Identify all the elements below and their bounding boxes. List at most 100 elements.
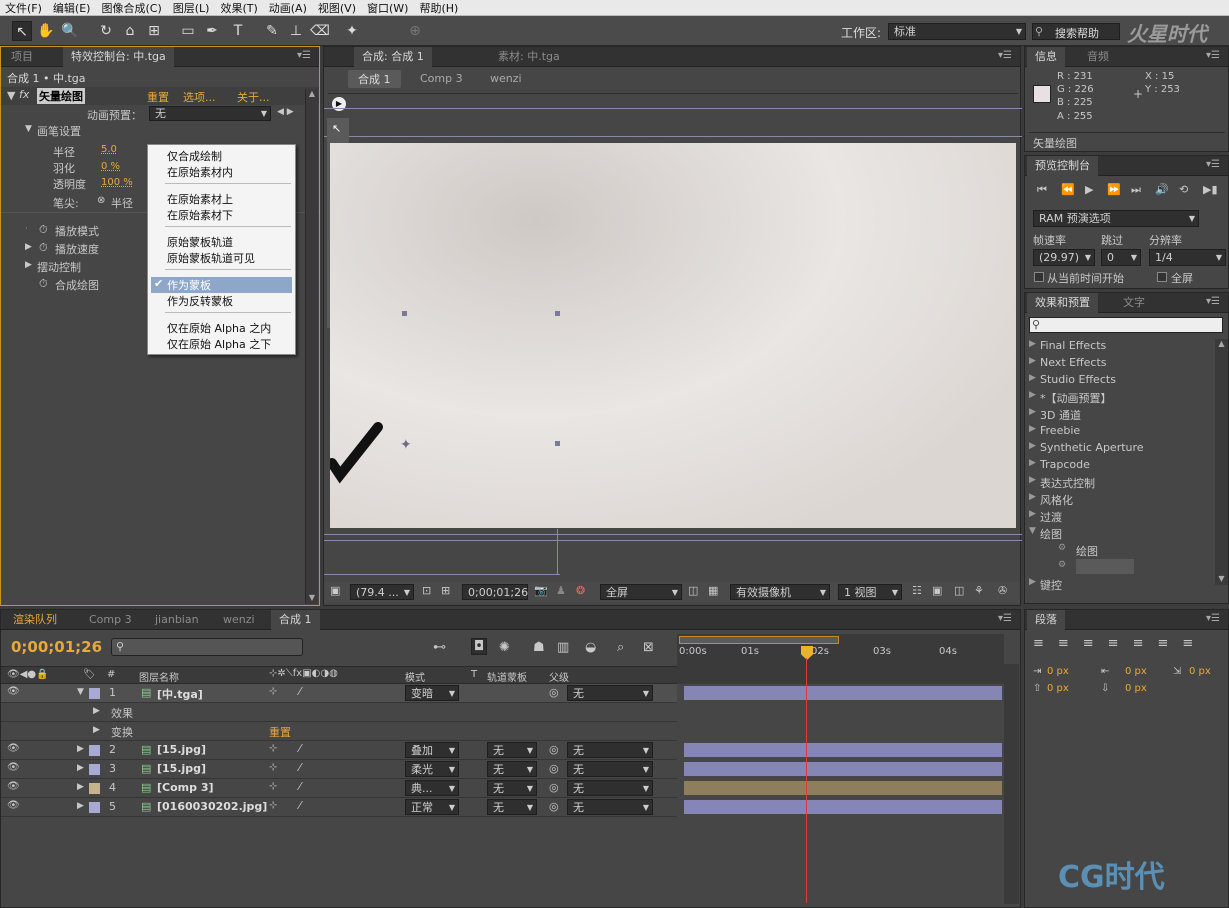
expand-arrow-icon[interactable]: ▶ bbox=[93, 725, 100, 735]
motion-blur-icon[interactable]: ◒ bbox=[585, 640, 596, 655]
effect-category-item[interactable]: Next Effects bbox=[1040, 356, 1107, 369]
tab-character[interactable]: 文字 bbox=[1115, 293, 1153, 313]
space-after-value[interactable]: 0 px bbox=[1125, 683, 1147, 694]
expand-arrow-icon[interactable]: ▶ bbox=[1029, 373, 1036, 383]
arrow-tool-icon[interactable]: ↖ bbox=[332, 122, 341, 135]
layer-name[interactable]: [中.tga] bbox=[157, 686, 203, 702]
region-icon[interactable]: ▣ bbox=[330, 584, 340, 597]
panel-menu-icon[interactable]: ▾☰ bbox=[998, 50, 1012, 61]
layer-row[interactable]: 👁 ▶ 4 ▤ [Comp 3] ⊹ ⁄ 典... ▼ 无 ▼ ◎ 无 ▼ bbox=[1, 779, 677, 798]
preset-nav-icon[interactable]: ◀ ▶ bbox=[277, 107, 294, 117]
effects-search-input[interactable]: ⚲ bbox=[1029, 317, 1223, 333]
play-icon[interactable]: ▶ bbox=[1085, 183, 1093, 196]
mode-dropdown[interactable]: 典... ▼ bbox=[405, 780, 459, 796]
safe-zones-icon[interactable]: ⊡ bbox=[422, 584, 431, 597]
tab-effect-controls[interactable]: 特效控制台: 中.tga bbox=[63, 47, 174, 67]
pen-tool-icon[interactable]: ✒ bbox=[202, 21, 222, 41]
layer-name[interactable]: [15.jpg] bbox=[157, 762, 206, 775]
effect-category-item[interactable]: 风格化 bbox=[1040, 492, 1073, 508]
effect-category-item[interactable]: Final Effects bbox=[1040, 339, 1106, 352]
trkmat-dropdown[interactable]: 无 ▼ bbox=[487, 761, 537, 777]
frame-blend-icon[interactable]: ▥ bbox=[557, 640, 569, 655]
shy-switch-icon[interactable]: ⊹ bbox=[269, 762, 277, 773]
effect-category-item[interactable]: 过渡 bbox=[1040, 509, 1062, 525]
tab-effects-presets[interactable]: 效果和预置 bbox=[1027, 293, 1098, 313]
eye-icon[interactable]: 👁 bbox=[7, 800, 20, 811]
effect-category-item[interactable]: 表达式控制 bbox=[1040, 475, 1095, 491]
timeline-icon[interactable]: ◫ bbox=[954, 584, 964, 597]
menu-item-as-matte[interactable]: 作为蒙板 bbox=[167, 277, 211, 293]
space-before-value[interactable]: 0 px bbox=[1047, 683, 1069, 694]
tip-radio-icon[interactable]: ⊗ bbox=[97, 195, 105, 206]
parent-dropdown[interactable]: 无 ▼ bbox=[567, 761, 653, 777]
expand-arrow-icon[interactable]: ▶ bbox=[25, 260, 32, 270]
expand-arrow-icon[interactable]: ▶ bbox=[1029, 424, 1036, 434]
brush-settings-expand-icon[interactable]: ▼ bbox=[25, 124, 32, 134]
panel-menu-icon[interactable]: ▾☰ bbox=[1206, 50, 1220, 61]
quality-switch-icon[interactable]: ⁄ bbox=[299, 742, 301, 755]
camera-tool-icon[interactable]: ⌂ bbox=[120, 21, 140, 41]
workspace-dropdown[interactable]: 标准 ▼ bbox=[888, 23, 1026, 40]
text-tool-icon[interactable]: T bbox=[228, 21, 248, 41]
graph-editor-icon[interactable]: ⌕ bbox=[617, 640, 624, 655]
menu-item[interactable]: 效果(T) bbox=[215, 0, 263, 16]
layer-property-row[interactable]: ▶ 变换 重置 bbox=[1, 722, 677, 741]
menu-item-paint-only[interactable]: 仅合成绘制 bbox=[167, 148, 222, 164]
ram-options-dropdown[interactable]: RAM 预演选项 ▼ bbox=[1033, 210, 1199, 227]
layer-duration-bar[interactable] bbox=[684, 686, 1002, 700]
parent-dropdown[interactable]: 无 ▼ bbox=[567, 685, 653, 701]
mode-dropdown[interactable]: 柔光 ▼ bbox=[405, 761, 459, 777]
zoom-dropdown[interactable]: (79.4 ... ▼ bbox=[350, 584, 414, 600]
indent-right-value[interactable]: 0 px bbox=[1125, 666, 1147, 677]
composition-canvas[interactable]: ✦ bbox=[330, 143, 1016, 528]
tab-comp1[interactable]: 合成 1 bbox=[271, 610, 320, 630]
search-help-input[interactable]: ⚲ 搜索帮助 bbox=[1032, 23, 1120, 40]
trkmat-dropdown[interactable]: 无 ▼ bbox=[487, 799, 537, 815]
expand-arrow-icon[interactable]: ▶ bbox=[1029, 356, 1036, 366]
menu-item-matte-track[interactable]: 原始蒙板轨道 bbox=[167, 234, 233, 250]
effect-name[interactable]: 矢量绘图 bbox=[37, 88, 85, 104]
grid-icon[interactable]: ⊞ bbox=[441, 584, 450, 597]
tab-paragraph[interactable]: 段落 bbox=[1027, 610, 1065, 630]
expand-arrow-icon[interactable]: ▶ bbox=[1029, 577, 1036, 587]
menu-item-matte-track-visible[interactable]: 原始蒙板轨道可见 bbox=[167, 250, 255, 266]
scrollbar[interactable]: ▲ ▼ bbox=[1215, 339, 1228, 585]
timeline-search-input[interactable]: ⚲ bbox=[111, 638, 303, 656]
fullscreen-checkbox[interactable] bbox=[1157, 272, 1167, 282]
layer-name[interactable]: [0160030202.jpg] bbox=[157, 800, 267, 813]
effect-icon[interactable]: ⚙ bbox=[1058, 560, 1066, 570]
snapshot-icon[interactable]: 📷 bbox=[534, 584, 548, 597]
layer-row[interactable]: 👁 ▶ 2 ▤ [15.jpg] ⊹ ⁄ 叠加 ▼ 无 ▼ ◎ 无 ▼ bbox=[1, 741, 677, 760]
reset-link[interactable]: 重置 bbox=[147, 89, 169, 105]
menu-item-on-original-below[interactable]: 在原始素材下 bbox=[167, 207, 233, 223]
tab-jianbian[interactable]: jianbian bbox=[147, 610, 207, 630]
tab-comp3[interactable]: Comp 3 bbox=[81, 610, 140, 630]
parent-dropdown[interactable]: 无 ▼ bbox=[567, 780, 653, 796]
exposure-icon[interactable]: ✇ bbox=[998, 584, 1007, 597]
resolution-dropdown[interactable]: 全屏 ▼ bbox=[600, 584, 682, 600]
tab-info[interactable]: 信息 bbox=[1027, 47, 1065, 67]
effect-category-item[interactable]: Freebie bbox=[1040, 424, 1080, 437]
eye-icon[interactable]: 👁 bbox=[7, 686, 20, 697]
tab-project[interactable]: 项目 bbox=[3, 47, 41, 67]
feather-value[interactable]: 0 % bbox=[101, 161, 120, 172]
quality-switch-icon[interactable]: ⁄ bbox=[299, 761, 301, 774]
expand-arrow-icon[interactable]: ▶ bbox=[93, 706, 100, 716]
timeline-timecode[interactable]: 0;00;01;26 bbox=[11, 638, 102, 656]
parent-dropdown[interactable]: 无 ▼ bbox=[567, 742, 653, 758]
panel-menu-icon[interactable]: ▾☰ bbox=[1206, 296, 1220, 307]
layer-duration-bar[interactable] bbox=[684, 781, 1002, 795]
expand-arrow-icon[interactable]: ▶ bbox=[1029, 458, 1036, 468]
pickwhip-icon[interactable]: ◎ bbox=[549, 762, 559, 775]
tab-wenzi[interactable]: wenzi bbox=[215, 610, 263, 630]
tab-render-queue[interactable]: 渲染队列 bbox=[5, 610, 65, 630]
menu-item[interactable]: 视图(V) bbox=[313, 0, 362, 16]
pickwhip-icon[interactable]: ◎ bbox=[549, 686, 559, 699]
res-dropdown[interactable]: 1/4 ▼ bbox=[1149, 249, 1226, 266]
effect-category-item[interactable]: 键控 bbox=[1040, 577, 1062, 593]
zoom-tool-icon[interactable]: 🔍 bbox=[60, 21, 80, 41]
flowchart-icon[interactable]: ⚘ bbox=[974, 584, 984, 597]
hide-shy-icon[interactable]: ☗ bbox=[533, 640, 545, 655]
menu-item-below-alpha[interactable]: 仅在原始 Alpha 之下 bbox=[167, 336, 271, 352]
first-line-value[interactable]: 0 px bbox=[1189, 666, 1211, 677]
